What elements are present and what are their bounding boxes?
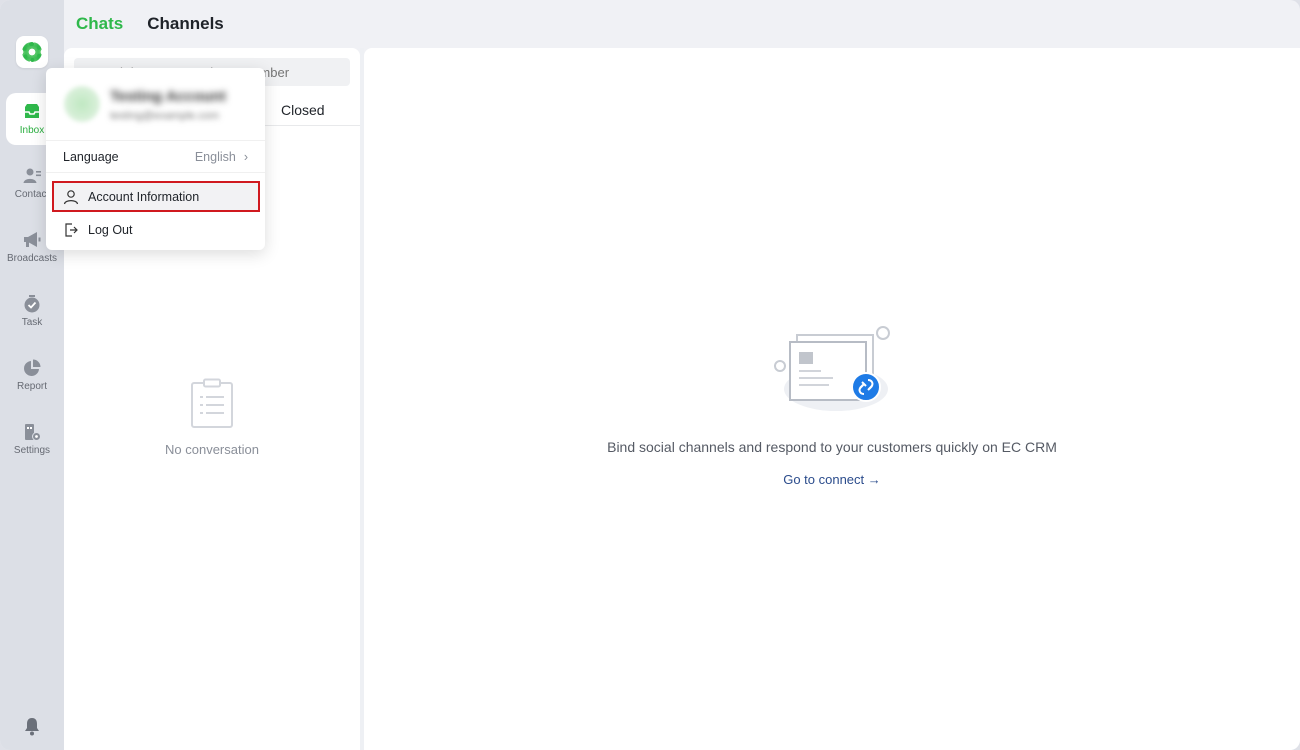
arrow-right-icon: → (867, 472, 881, 487)
account-email: testing@example.com (110, 110, 219, 122)
divider (46, 140, 265, 141)
pie-chart-icon (24, 359, 41, 376)
connect-label: Go to connect (783, 472, 865, 487)
tab-chats[interactable]: Chats (76, 14, 123, 34)
sidebar-item-task[interactable]: Task (6, 285, 58, 337)
chevron-right-icon: › (243, 150, 248, 164)
account-information-menu-item[interactable]: Account Information (52, 181, 260, 212)
language-label: Language (63, 150, 119, 164)
top-tabs: Chats Channels (76, 14, 224, 34)
account-name: Testing Account (110, 88, 226, 105)
app-window: Inbox Contact Broadcasts Task Report Set… (0, 0, 1300, 750)
sidebar-item-report[interactable]: Report (6, 349, 58, 401)
account-popover: Testing Account testing@example.com Lang… (46, 68, 265, 250)
inbox-icon (25, 104, 39, 118)
settings-icon (25, 424, 41, 441)
logout-menu-item[interactable]: Log Out (63, 222, 132, 238)
user-icon (63, 189, 79, 204)
sidebar-item-label: Settings (13, 445, 51, 456)
bind-channel-illustration (774, 326, 890, 411)
tab-channels[interactable]: Channels (147, 14, 224, 34)
sidebar-item-label: Broadcasts (6, 253, 58, 264)
sidebar-item-label: Report (16, 381, 47, 392)
clipboard-icon (191, 378, 233, 428)
sidebar-item-label: Task (21, 317, 43, 328)
account-information-label: Account Information (88, 189, 200, 204)
logout-icon (65, 223, 78, 237)
sidebar-item-label: Contact (14, 189, 50, 200)
divider (46, 172, 265, 173)
bell-icon[interactable] (22, 716, 42, 736)
sidebar-item-label: Inbox (19, 125, 45, 136)
megaphone-icon (24, 232, 41, 247)
avatar (64, 86, 100, 122)
logout-label: Log Out (88, 223, 133, 237)
main-panel: Bind social channels and respond to your… (364, 48, 1300, 750)
empty-text: No conversation (165, 442, 259, 457)
language-value: English (194, 150, 236, 164)
tab-closed[interactable]: Closed (281, 102, 325, 118)
logo-icon (22, 42, 42, 62)
task-icon (24, 295, 40, 313)
language-value-group: English › (195, 150, 248, 164)
sidebar-item-settings[interactable]: Settings (6, 413, 58, 465)
empty-state: No conversation (64, 378, 360, 457)
language-menu-item[interactable]: Language English › (63, 150, 248, 164)
bind-channels-message: Bind social channels and respond to your… (607, 439, 1057, 455)
app-logo[interactable] (16, 36, 48, 68)
go-to-connect-link[interactable]: Go to connect → (364, 472, 1300, 487)
contacts-icon (23, 168, 41, 183)
